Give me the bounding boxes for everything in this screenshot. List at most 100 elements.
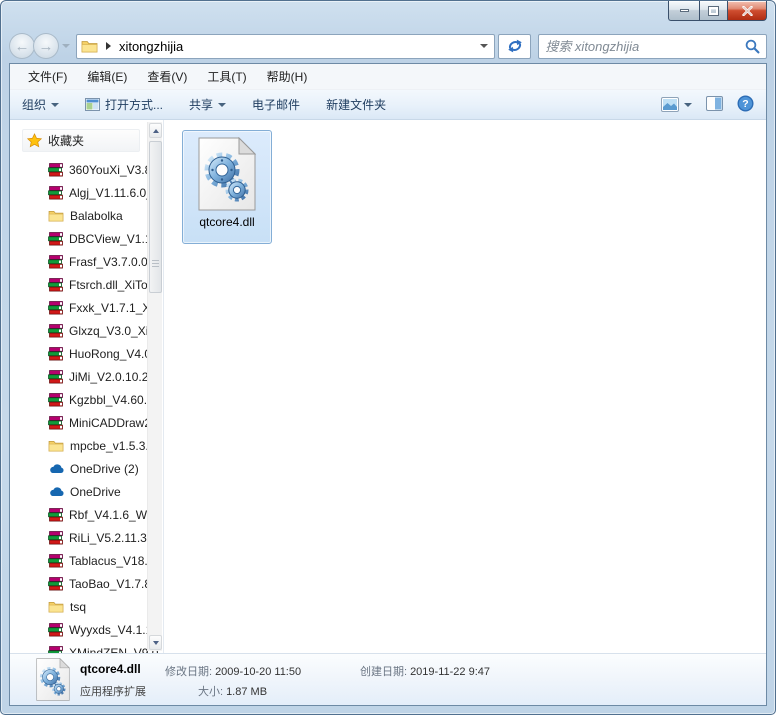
scroll-down-button[interactable] (149, 635, 162, 650)
details-file-icon (36, 657, 70, 704)
new-folder-button[interactable]: 新建文件夹 (326, 96, 386, 113)
sidebar-item[interactable]: Ftsrch.dll_XiTon (10, 273, 163, 296)
archive-icon (48, 576, 63, 591)
sidebar-item-label: Tablacus_V18.0 (69, 553, 155, 568)
details-size: 大小: 1.87 MB (198, 686, 268, 698)
maximize-button[interactable] (699, 1, 727, 21)
archive-icon (48, 185, 63, 200)
sidebar-item[interactable]: Tablacus_V18.0 (10, 549, 163, 572)
views-button[interactable] (661, 97, 692, 112)
breadcrumb-separator-icon (105, 42, 111, 50)
sidebar-item[interactable]: 360YouXi_V3.8. (10, 158, 163, 181)
archive-icon (48, 277, 63, 292)
back-arrow-icon: ← (14, 37, 30, 55)
address-bar[interactable]: xitongzhijia (75, 33, 496, 59)
command-bar: 组织 打开方式... 共享 电子邮件 新建文件夹 ? (10, 90, 766, 120)
chevron-down-icon (51, 102, 60, 107)
sidebar-item-label: tsq (70, 599, 87, 614)
sidebar-item-label: DBCView_V1.1_ (69, 231, 159, 246)
maximize-icon (708, 5, 719, 16)
archive-icon (48, 346, 63, 361)
scrollbar-thumb[interactable] (149, 141, 162, 293)
menu-help[interactable]: 帮助(H) (267, 68, 308, 85)
content-frame: 文件(F) 编辑(E) 查看(V) 工具(T) 帮助(H) 组织 打开方式... (9, 63, 767, 706)
chevron-down-icon (218, 102, 227, 107)
sidebar-item-label: Kgzbbl_V4.60.0 (69, 392, 154, 407)
sidebar-item-label: Wyyxds_V4.1.1. (69, 622, 156, 637)
organize-button[interactable]: 组织 (22, 96, 60, 113)
sidebar-item[interactable]: Wyyxds_V4.1.1. (10, 618, 163, 641)
sidebar-item[interactable]: JiMi_V2.0.10.24_ (10, 365, 163, 388)
cloud-icon (48, 486, 64, 497)
email-button[interactable]: 电子邮件 (252, 96, 300, 113)
recent-pages-dropdown-icon[interactable] (61, 44, 70, 48)
forward-button[interactable]: → (32, 33, 59, 59)
sidebar-item-label: mpcbe_v1.5.3.4 (70, 438, 156, 453)
window-controls (668, 1, 767, 21)
details-file-name: qtcore4.dll (80, 662, 141, 676)
title-bar[interactable] (1, 1, 775, 29)
open-with-button[interactable]: 打开方式... (85, 96, 163, 113)
sidebar-item[interactable]: DBCView_V1.1_ (10, 227, 163, 250)
sidebar-item-label: Ftsrch.dll_XiTon (69, 277, 155, 292)
scroll-down-icon (152, 640, 159, 645)
sidebar-item[interactable]: Fxxk_V1.7.1_XiT (10, 296, 163, 319)
sidebar-item[interactable]: Balabolka (10, 204, 163, 227)
sidebar-item[interactable]: tsq (10, 595, 163, 618)
sidebar-item[interactable]: OneDrive (10, 480, 163, 503)
refresh-icon (508, 39, 522, 53)
menu-file[interactable]: 文件(F) (28, 68, 67, 85)
sidebar-item[interactable]: MiniCADDraw20 (10, 411, 163, 434)
favorites-header[interactable]: 收藏夹 (22, 129, 140, 152)
sidebar-scrollbar[interactable] (147, 122, 162, 651)
sidebar-item[interactable]: mpcbe_v1.5.3.4 (10, 434, 163, 457)
star-icon (27, 133, 42, 148)
close-button[interactable] (727, 1, 767, 21)
body-row: 收藏夹 360YouXi_V3.8. Algj_V1.11.6.0_X Balabo… (10, 120, 766, 660)
sidebar-item[interactable]: HuoRong_V4.0. (10, 342, 163, 365)
archive-icon (48, 162, 63, 177)
menu-edit[interactable]: 编辑(E) (87, 68, 127, 85)
breadcrumb-folder[interactable]: xitongzhijia (119, 39, 480, 54)
address-dropdown-icon[interactable] (480, 44, 489, 48)
refresh-button[interactable] (498, 33, 532, 59)
share-button[interactable]: 共享 (189, 96, 227, 113)
file-name-label: qtcore4.dll (199, 215, 255, 229)
minimize-icon (679, 9, 689, 12)
sidebar-item[interactable]: Kgzbbl_V4.60.0 (10, 388, 163, 411)
search-icon[interactable] (745, 39, 760, 54)
menu-tools[interactable]: 工具(T) (207, 68, 246, 85)
archive-icon (48, 530, 63, 545)
file-item-qtcore4-dll[interactable]: qtcore4.dll (182, 130, 272, 244)
search-input[interactable] (545, 38, 745, 54)
archive-icon (48, 254, 63, 269)
views-icon (661, 97, 679, 112)
sidebar-item[interactable]: Algj_V1.11.6.0_X (10, 181, 163, 204)
help-icon: ? (737, 95, 754, 111)
menu-bar: 文件(F) 编辑(E) 查看(V) 工具(T) 帮助(H) (10, 64, 766, 90)
details-file-type: 应用程序扩展 (80, 686, 146, 698)
forward-arrow-icon: → (38, 37, 54, 55)
dll-file-icon (198, 137, 256, 211)
archive-icon (48, 392, 63, 407)
sidebar-item[interactable]: OneDrive (2) (10, 457, 163, 480)
preview-pane-button[interactable] (706, 95, 723, 114)
folder-icon (48, 600, 64, 613)
file-list-area[interactable]: qtcore4.dll (164, 120, 766, 653)
folder-icon (48, 439, 64, 452)
sidebar-item-label: 360YouXi_V3.8. (69, 162, 155, 177)
help-button[interactable]: ? (737, 95, 754, 115)
back-button[interactable]: ← (9, 33, 35, 59)
sidebar-item[interactable]: Rbf_V4.1.6_Win (10, 503, 163, 526)
sidebar-item[interactable]: Glxzq_V3.0_XiTo (10, 319, 163, 342)
scroll-up-button[interactable] (149, 123, 162, 138)
sidebar-item[interactable]: RiLi_V5.2.11.354 (10, 526, 163, 549)
sidebar-item[interactable]: TaoBao_V1.7.8. (10, 572, 163, 595)
details-modified: 修改日期: 2009-10-20 11:50 (165, 666, 302, 678)
menu-view[interactable]: 查看(V) (147, 68, 187, 85)
minimize-button[interactable] (668, 1, 699, 21)
archive-icon (48, 323, 63, 338)
navigation-bar: ← → xitongzhijia (9, 29, 767, 63)
sidebar-item-label: MiniCADDraw20 (69, 415, 158, 430)
sidebar-item[interactable]: Frasf_V3.7.0.0_X (10, 250, 163, 273)
